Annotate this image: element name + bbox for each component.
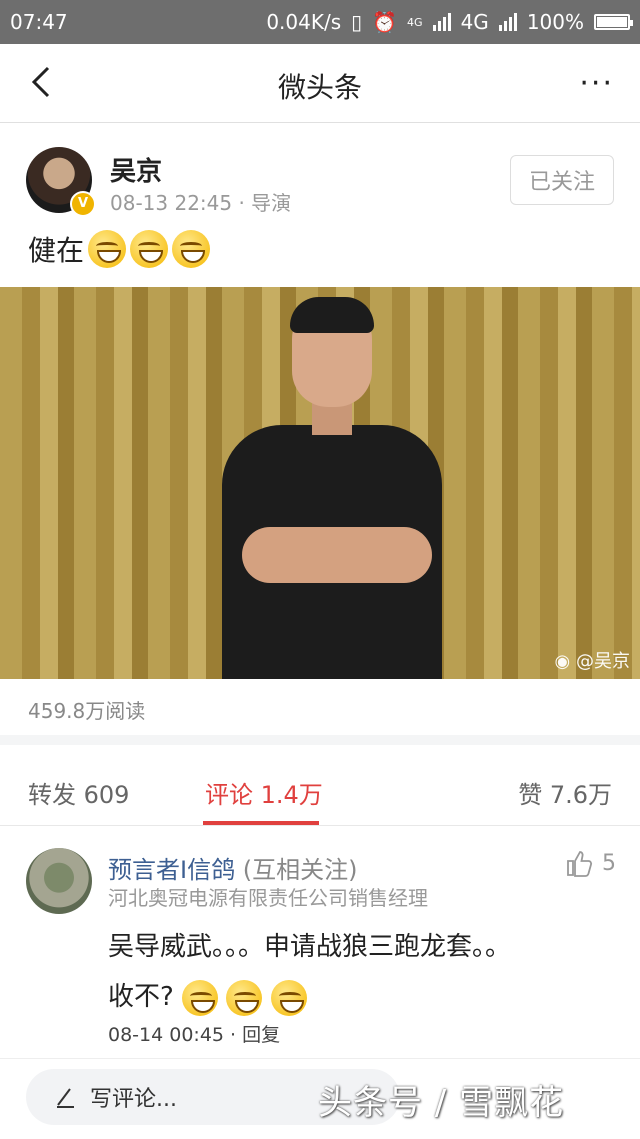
read-count: 459.8万阅读 — [28, 699, 146, 723]
grin-emoji-icon — [88, 230, 127, 268]
weibo-watermark: ◉ @吴京 — [555, 647, 630, 673]
comment-text-line2-wrap: 收不? — [108, 972, 608, 1022]
status-bar: 07:47 0.04K/s ▯ ⏰ 4G 4G 100% — [0, 0, 640, 44]
tab-comments[interactable]: 评论 1.4万 — [205, 775, 323, 810]
section-divider — [0, 735, 640, 745]
photo-hair — [290, 297, 374, 333]
verified-badge-icon: V — [70, 191, 96, 217]
comment-text-line1: 吴导威武。。。申请战狼三跑龙套。。 — [108, 932, 512, 962]
interaction-tabs: 转发 609 评论 1.4万 赞 7.6万 — [0, 745, 640, 826]
comment-text-line2: 收不? — [108, 982, 174, 1012]
grin-emoji-icon — [130, 230, 169, 268]
post-author-header: V 吴京 08-13 22:45 · 导演 已关注 — [26, 147, 616, 217]
more-options-icon[interactable]: ··· — [579, 66, 614, 101]
network-type: 4G — [460, 10, 489, 34]
active-tab-indicator — [203, 821, 319, 825]
signal-icon — [432, 13, 451, 31]
vibrate-icon: ▯ — [351, 10, 363, 34]
battery-icon — [594, 14, 633, 30]
relation-label: (互相关注) — [242, 856, 358, 884]
laugh-emoji-icon — [226, 979, 263, 1016]
battery-percent: 100% — [526, 10, 584, 34]
thumbs-up-icon — [567, 851, 593, 877]
status-time: 07:47 — [10, 10, 68, 34]
laugh-emoji-icon — [270, 979, 307, 1016]
tab-likes[interactable]: 赞 7.6万 — [518, 775, 612, 810]
photo-person — [222, 297, 442, 679]
comment-text: 吴导威武。。。申请战狼三跑龙套。。 收不? — [108, 922, 608, 1022]
photo-arms — [242, 527, 432, 583]
network-type-small: 4G — [407, 15, 423, 29]
watermark-text: @吴京 — [576, 651, 630, 672]
status-right-group: 0.04K/s ▯ ⏰ 4G 4G 100% — [266, 10, 633, 34]
page-title: 微头条 — [277, 71, 362, 104]
commenter-name[interactable]: 预言者I信鸽 — [108, 856, 235, 884]
comment-like-count: 5 — [602, 850, 616, 876]
commenter-title: 河北奥冠电源有限责任公司销售经理 — [108, 886, 428, 910]
comment-like-button[interactable]: 5 — [564, 848, 616, 878]
signal-icon-2 — [498, 13, 517, 31]
author-name[interactable]: 吴京 — [110, 151, 162, 188]
tab-repost[interactable]: 转发 609 — [28, 775, 129, 810]
network-speed: 0.04K/s — [266, 10, 342, 34]
laugh-emoji-icon — [182, 979, 219, 1016]
weibo-icon: ◉ — [554, 651, 571, 672]
comment-time-reply[interactable]: 08-14 00:45 · 回复 — [108, 1020, 280, 1047]
post-text-content: 健在 — [28, 234, 85, 267]
post-meta: 08-13 22:45 · 导演 — [110, 191, 292, 215]
comment-item: 预言者I信鸽 (互相关注) 河北奥冠电源有限责任公司销售经理 5 吴导威武。。。… — [26, 848, 616, 1048]
battery-fill — [597, 17, 627, 27]
composer-placeholder: 写评论... — [90, 1087, 177, 1112]
grin-emoji-icon — [172, 230, 211, 268]
post-image[interactable]: ◉ @吴京 — [0, 287, 640, 679]
post-text: 健在 — [28, 229, 211, 269]
brand-watermark: 头条号 / 雪飘花 — [318, 1083, 565, 1123]
commenter-name-line[interactable]: 预言者I信鸽 (互相关注) — [108, 850, 357, 885]
commenter-avatar[interactable] — [26, 848, 92, 914]
nav-bar: 微头条 ··· — [0, 44, 640, 123]
pencil-icon — [57, 1088, 74, 1108]
alarm-icon: ⏰ — [372, 10, 398, 34]
bottom-bar: 写评论... 头条号 / 雪飘花 — [0, 1058, 640, 1139]
follow-button[interactable]: 已关注 — [510, 155, 614, 205]
